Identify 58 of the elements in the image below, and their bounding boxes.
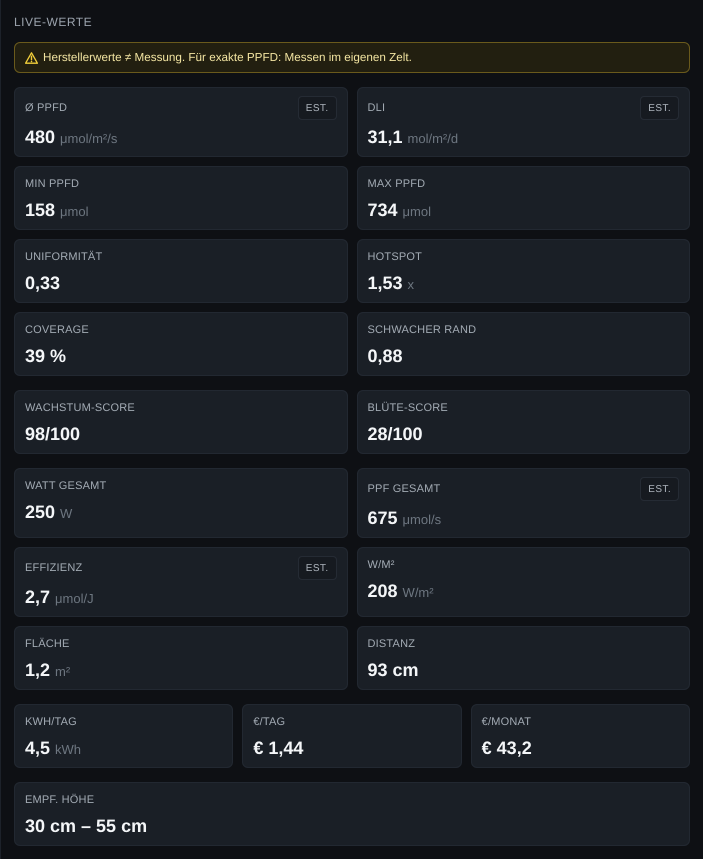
metric-unit: W/m² <box>402 584 434 602</box>
metric-value: 1,53 <box>368 272 403 295</box>
metric-value: 30 cm – 55 cm <box>25 815 148 838</box>
metric-label: Ø PPFD <box>25 101 68 116</box>
metric-value: 31,1 <box>368 126 403 149</box>
estimate-badge: EST. <box>298 96 336 120</box>
metric-label: KWH/TAG <box>25 715 77 730</box>
metric-value: 0,33 <box>25 272 60 295</box>
metric-label: UNIFORMITÄT <box>25 250 102 265</box>
metric-label: DLI <box>368 101 386 116</box>
warning-icon <box>25 52 38 64</box>
metric-label: COVERAGE <box>25 323 89 338</box>
metric-unit: μmol/s <box>402 511 442 529</box>
warning-text: Herstellerwerte ≠ Messung. Für exakte PPFD: Messen im eigenen Zelt. <box>43 51 412 64</box>
metric-label: PPF GESAMT <box>368 482 440 497</box>
metric-value: 1,2 <box>25 659 50 682</box>
metric-value: 2,7 <box>25 586 50 609</box>
metric-label: €/MONAT <box>482 715 532 730</box>
metric-label: WACHSTUM-SCORE <box>25 401 135 416</box>
metric-value: 93 cm <box>368 659 419 682</box>
estimate-badge: EST. <box>298 556 336 580</box>
estimate-badge: EST. <box>640 96 679 120</box>
metric-label: W/M² <box>368 558 395 573</box>
metric-value: 28/100 <box>368 423 423 446</box>
metric-value: 158 <box>25 199 56 222</box>
metric-label: EMPF. HÖHE <box>25 792 94 808</box>
metric-value: 98/100 <box>25 423 80 446</box>
metric-value: 39 % <box>25 345 66 368</box>
metric-unit: μmol/J <box>55 590 94 608</box>
metric-label: BLÜTE-SCORE <box>368 400 448 416</box>
metric-label: DISTANZ <box>368 637 416 652</box>
metric-value: € 43,2 <box>482 737 532 760</box>
metric-unit: W <box>60 505 72 523</box>
metric-value: 480 <box>25 126 56 149</box>
metric-value: € 1,44 <box>253 737 304 760</box>
metric-label: HOTSPOT <box>368 250 422 265</box>
metric-unit: mol/m²/d <box>408 130 458 148</box>
metric-label: MIN PPFD <box>25 177 80 192</box>
metric-unit: m² <box>55 663 70 681</box>
metric-value: 250 <box>25 501 56 524</box>
metric-value: 208 <box>368 580 398 603</box>
metric-value: 734 <box>368 199 398 222</box>
section-title: LIVE-WERTE <box>14 14 92 30</box>
metric-label: EFFIZIENZ <box>25 561 82 576</box>
metric-unit: μmol <box>60 203 88 221</box>
metric-label: MAX PPFD <box>368 177 426 192</box>
metric-label: €/TAG <box>253 715 286 730</box>
estimate-badge: EST. <box>640 477 679 501</box>
metric-unit: μmol/m²/s <box>60 130 118 148</box>
metric-label: WATT GESAMT <box>25 479 106 494</box>
metric-unit: kWh <box>55 741 82 759</box>
metric-value: 675 <box>368 507 398 530</box>
metric-unit: x <box>408 276 414 294</box>
metric-unit: μmol <box>402 203 431 221</box>
metric-label: FLÄCHE <box>25 636 70 652</box>
metric-value: 0,88 <box>368 345 403 368</box>
metric-value: 4,5 <box>25 737 50 760</box>
metric-label: SCHWACHER RAND <box>368 323 476 338</box>
